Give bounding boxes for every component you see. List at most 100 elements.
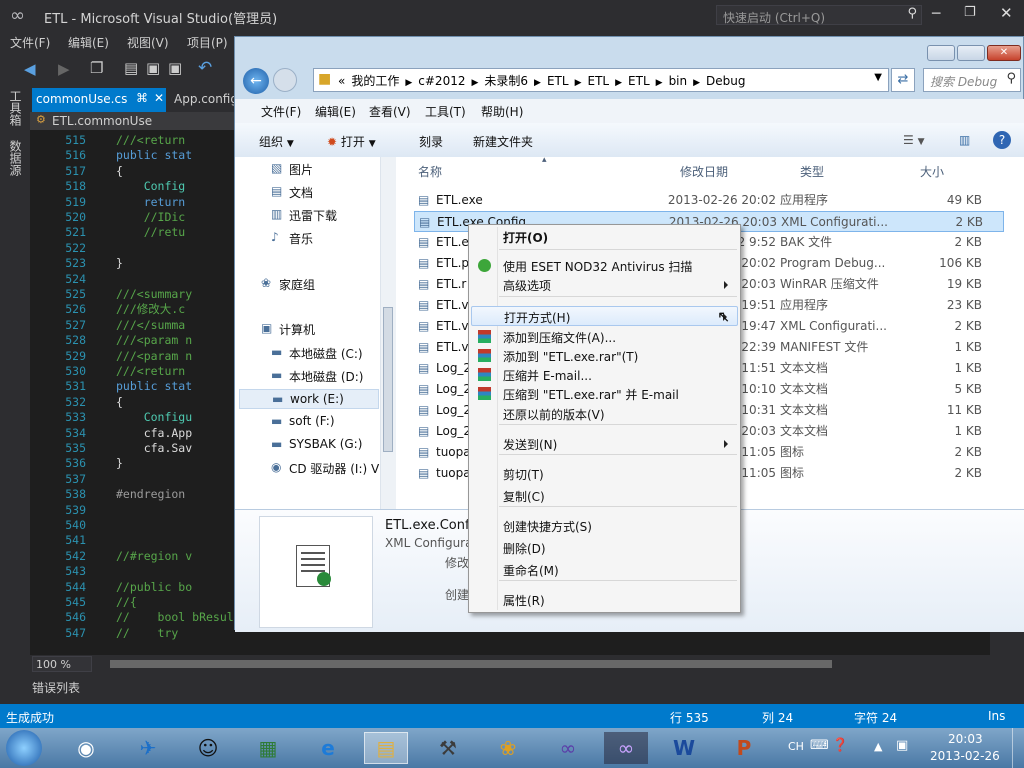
nav-item[interactable]: ♪ 音乐 <box>239 228 379 248</box>
word-icon[interactable]: W <box>664 732 704 764</box>
context-menu-item[interactable]: 重命名(M) <box>471 560 738 580</box>
burn-button[interactable]: 刻录 <box>419 133 443 150</box>
context-menu-item[interactable]: 使用 ESET NOD32 Antivirus 扫描 <box>471 256 738 276</box>
nav-item[interactable]: ▤ 文档 <box>239 182 379 202</box>
side-tab-datasource[interactable]: 数据源 <box>8 140 22 176</box>
breadcrumb-segment[interactable]: c#2012 <box>418 74 465 88</box>
close-tab-icon[interactable]: ✕ <box>154 91 164 105</box>
column-date[interactable]: 修改日期 <box>680 163 728 180</box>
save-icon[interactable]: ▣ <box>146 59 160 77</box>
menu-edit[interactable]: 编辑(E) <box>68 34 109 51</box>
nav-item[interactable]: ▬ SYSBAK (G:) <box>239 435 379 455</box>
context-menu-item[interactable]: 压缩并 E-mail... <box>471 365 738 385</box>
restore-button[interactable]: ❐ <box>964 5 976 20</box>
breadcrumb-segment[interactable]: Debug <box>706 74 745 88</box>
context-menu-item[interactable]: 复制(C) <box>471 486 738 506</box>
breadcrumb-segment[interactable]: ETL <box>628 74 650 88</box>
context-menu-item[interactable]: 创建快捷方式(S) <box>471 516 738 536</box>
feiqiu-icon[interactable]: ✈ <box>128 732 168 764</box>
nav-item[interactable]: ❀ 家庭组 <box>239 274 379 294</box>
side-tab-toolbox[interactable]: 工具箱 <box>8 90 22 126</box>
context-menu-item[interactable]: 发送到(N) <box>471 434 738 454</box>
ie-icon[interactable]: e <box>308 732 348 764</box>
lang-indicator[interactable]: CH <box>788 740 804 753</box>
minimize-button[interactable]: ─ <box>932 6 940 22</box>
context-menu-item[interactable]: 打开(O) <box>471 227 738 247</box>
help-icon[interactable]: ? <box>993 131 1011 149</box>
search-box[interactable]: 搜索 Debug ⚲ <box>923 68 1021 92</box>
app-icon[interactable]: ❀ <box>488 732 528 764</box>
nav-item[interactable]: ▬ soft (F:) <box>239 412 379 432</box>
nav-scrollbar[interactable] <box>380 157 396 509</box>
column-name[interactable]: 名称 <box>418 163 442 180</box>
tools-icon[interactable]: ⚒ <box>428 732 468 764</box>
breadcrumb-separator-icon[interactable]: ▶ <box>656 78 663 88</box>
new-project-icon[interactable]: ❐ <box>90 59 103 77</box>
vs-2012-icon[interactable]: ∞ <box>604 732 648 764</box>
explorer-close-button[interactable]: ✕ <box>987 45 1021 61</box>
open-file-icon[interactable]: ▤ <box>124 59 138 77</box>
explorer-menu-tools[interactable]: 工具(T) <box>425 103 466 120</box>
context-menu-item[interactable]: 添加到压缩文件(A)... <box>471 327 738 347</box>
close-button[interactable]: ✕ <box>1000 4 1013 22</box>
column-size[interactable]: 大小 <box>920 163 944 180</box>
explorer-taskbar-icon[interactable]: ▤ <box>364 732 408 764</box>
show-desktop-button[interactable] <box>1012 728 1024 768</box>
forward-button[interactable] <box>273 68 297 92</box>
breadcrumb-segment[interactable]: ETL <box>547 74 569 88</box>
quick-launch-input[interactable]: 快速启动 (Ctrl+Q) ⚲ <box>716 5 922 25</box>
network-icon[interactable]: ▣ <box>896 738 908 753</box>
help-tray-icon[interactable]: ❓ <box>832 738 848 753</box>
breadcrumb-separator-icon[interactable]: ▶ <box>471 78 478 88</box>
nav-item[interactable]: ▬ 本地磁盘 (C:) <box>239 343 379 363</box>
hscroll-thumb[interactable] <box>110 660 832 668</box>
back-button[interactable]: ← <box>243 68 269 94</box>
breadcrumb-separator-icon[interactable]: ▶ <box>693 78 700 88</box>
nav-item[interactable]: ▧ 图片 <box>239 159 379 179</box>
address-dropdown-icon[interactable]: ▼ <box>874 72 882 83</box>
explorer-minimize-button[interactable] <box>927 45 955 61</box>
explorer-menu-file[interactable]: 文件(F) <box>261 103 301 120</box>
member-nav-combo[interactable]: ⚙ ETL.commonUse <box>30 112 240 130</box>
context-menu-item[interactable]: 删除(D) <box>471 538 738 558</box>
menu-project[interactable]: 项目(P) <box>187 34 228 51</box>
control-panel-icon[interactable]: ▦ <box>248 732 288 764</box>
context-menu-item[interactable]: 打开方式(H) <box>471 306 738 326</box>
view-options-icon[interactable]: ☰ ▼ <box>903 133 925 147</box>
nav-item[interactable]: ▣ 计算机 <box>239 319 379 339</box>
context-menu-item[interactable]: 压缩到 "ETL.exe.rar" 并 E-mail <box>471 384 738 404</box>
breadcrumb-segment[interactable]: 未录制6 <box>484 74 528 88</box>
breadcrumb-separator-icon[interactable]: ▶ <box>405 78 412 88</box>
explorer-menu-help[interactable]: 帮助(H) <box>481 103 523 120</box>
qq-icon[interactable]: ☺ <box>188 732 228 764</box>
tab-commonuse[interactable]: commonUse.cs ⌘ ✕ <box>32 88 166 112</box>
nav-item[interactable]: ▥ 迅雷下载 <box>239 205 379 225</box>
back-nav-icon[interactable]: ◀ <box>24 60 36 78</box>
explorer-menu-edit[interactable]: 编辑(E) <box>315 103 356 120</box>
preview-pane-icon[interactable]: ▥ <box>959 133 970 147</box>
organize-button[interactable]: 组织 ▼ <box>259 133 294 150</box>
zoom-combo[interactable]: 100 % <box>32 656 92 672</box>
column-type[interactable]: 类型 <box>800 163 824 180</box>
context-menu-item[interactable]: 属性(R) <box>471 590 738 610</box>
powerpoint-icon[interactable]: P <box>724 732 764 764</box>
media-player-icon[interactable]: ◉ <box>66 732 106 764</box>
undo-icon[interactable]: ↶ <box>198 58 212 78</box>
file-row[interactable]: ▤ ETL.exe 2013-02-26 20:02 应用程序 49 KB <box>414 190 1004 211</box>
tab-appconfig[interactable]: App.config <box>170 88 240 112</box>
new-folder-button[interactable]: 新建文件夹 <box>473 133 533 150</box>
address-bar[interactable]: ■ « 我的工作 ▶ c#2012 ▶ 未录制6 ▶ ETL ▶ ETL ▶ ETL ▶ bin ▶ Debu… <box>313 68 889 92</box>
breadcrumb-separator-icon[interactable]: ▶ <box>534 78 541 88</box>
keyboard-icon[interactable]: ⌨ <box>810 738 829 753</box>
clock-time[interactable]: 20:03 <box>948 732 983 746</box>
explorer-menu-view[interactable]: 查看(V) <box>369 103 411 120</box>
context-menu-item[interactable]: 还原以前的版本(V) <box>471 404 738 424</box>
nav-item[interactable]: ▬ work (E:) <box>239 389 379 409</box>
context-menu-item[interactable]: 高级选项 <box>471 275 738 295</box>
pin-icon[interactable]: ⌘ <box>136 91 148 105</box>
open-button[interactable]: ✹ 打开 ▼ <box>327 133 376 150</box>
breadcrumb-segment[interactable]: ETL <box>588 74 610 88</box>
nav-scroll-thumb[interactable] <box>383 307 393 452</box>
vs-2010-icon[interactable]: ∞ <box>548 732 588 764</box>
context-menu-item[interactable]: 添加到 "ETL.exe.rar"(T) <box>471 346 738 366</box>
